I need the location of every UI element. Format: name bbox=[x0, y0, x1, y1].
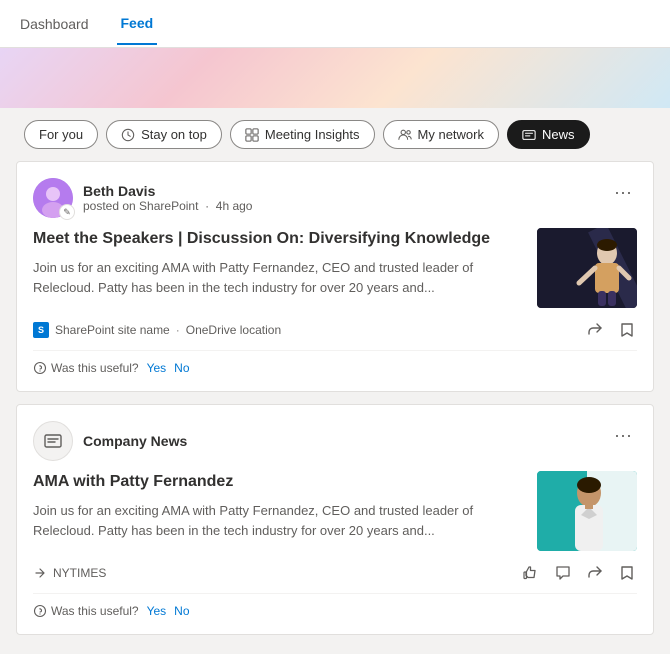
filter-meeting-insights-label: Meeting Insights bbox=[265, 127, 360, 142]
card-2-desc: Join us for an exciting AMA with Patty F… bbox=[33, 501, 525, 540]
filter-for-you-label: For you bbox=[39, 127, 83, 142]
filter-bar: For you Stay on top Meeting Insights My … bbox=[0, 108, 670, 161]
filter-news[interactable]: News bbox=[507, 120, 590, 149]
top-nav: Dashboard Feed bbox=[0, 0, 670, 48]
useful-question-2: Was this useful? bbox=[51, 604, 139, 618]
sharepoint-icon: S bbox=[33, 322, 49, 338]
clock-icon bbox=[121, 128, 135, 142]
card-2-more-button[interactable]: ··· bbox=[609, 421, 637, 449]
card-1-actions bbox=[585, 320, 637, 340]
like-icon[interactable] bbox=[521, 563, 541, 583]
card-2-body: AMA with Patty Fernandez Join us for an … bbox=[33, 471, 637, 551]
avatar-1: ✎ bbox=[33, 178, 73, 218]
card-1-footer: S SharePoint site name · OneDrive locati… bbox=[33, 320, 637, 340]
filter-stay-on-top-label: Stay on top bbox=[141, 127, 207, 142]
author-name-1: Beth Davis bbox=[83, 183, 252, 199]
filter-news-label: News bbox=[542, 127, 575, 142]
share-icon[interactable] bbox=[585, 320, 605, 340]
card-2-source: NYTIMES bbox=[33, 566, 106, 580]
source-name-2: NYTIMES bbox=[53, 566, 106, 580]
card-1-title: Meet the Speakers | Discussion On: Diver… bbox=[33, 228, 525, 250]
company-news-icon bbox=[33, 421, 73, 461]
card-1-more-button[interactable]: ··· bbox=[609, 178, 637, 206]
card-2-header: Company News ··· bbox=[33, 421, 637, 461]
author-info-1: Beth Davis posted on SharePoint · 4h ago bbox=[83, 183, 252, 213]
filter-meeting-insights[interactable]: Meeting Insights bbox=[230, 120, 375, 149]
card-2-thumbnail bbox=[537, 471, 637, 551]
card-1-thumbnail bbox=[537, 228, 637, 308]
card-2-actions bbox=[521, 563, 637, 583]
share-icon-2[interactable] bbox=[585, 563, 605, 583]
banner bbox=[0, 48, 670, 108]
filter-for-you[interactable]: For you bbox=[24, 120, 98, 149]
nav-dashboard[interactable]: Dashboard bbox=[16, 4, 93, 44]
filter-my-network[interactable]: My network bbox=[383, 120, 499, 149]
bookmark-icon-2[interactable] bbox=[617, 563, 637, 583]
nav-feed[interactable]: Feed bbox=[117, 3, 158, 45]
card-1-header: ✎ Beth Davis posted on SharePoint · 4h a… bbox=[33, 178, 637, 218]
card-1: ✎ Beth Davis posted on SharePoint · 4h a… bbox=[16, 161, 654, 392]
edit-badge-1: ✎ bbox=[59, 204, 75, 220]
card-2-footer: NYTIMES bbox=[33, 563, 637, 583]
useful-yes-1[interactable]: Yes bbox=[147, 361, 167, 375]
useful-no-1[interactable]: No bbox=[174, 361, 189, 375]
card-2-title: AMA with Patty Fernandez bbox=[33, 471, 525, 493]
card-1-source: S SharePoint site name · OneDrive locati… bbox=[33, 322, 281, 338]
filter-my-network-label: My network bbox=[418, 127, 484, 142]
card-1-body: Meet the Speakers | Discussion On: Diver… bbox=[33, 228, 637, 308]
source-location-1: OneDrive location bbox=[186, 323, 281, 337]
card-1-desc: Join us for an exciting AMA with Patty F… bbox=[33, 258, 525, 297]
bookmark-icon[interactable] bbox=[617, 320, 637, 340]
people-icon bbox=[398, 128, 412, 142]
comment-icon[interactable] bbox=[553, 563, 573, 583]
news-icon bbox=[522, 128, 536, 142]
useful-question-1: Was this useful? bbox=[51, 361, 139, 375]
useful-yes-2[interactable]: Yes bbox=[147, 604, 167, 618]
source-name-1: SharePoint site name bbox=[55, 323, 170, 337]
card-2-useful: Was this useful? Yes No bbox=[33, 593, 637, 618]
author-name-2: Company News bbox=[83, 433, 187, 449]
card-2: Company News ··· AMA with Patty Fernande… bbox=[16, 404, 654, 635]
card-1-useful: Was this useful? Yes No bbox=[33, 350, 637, 375]
author-info-2: Company News bbox=[83, 433, 187, 449]
filter-stay-on-top[interactable]: Stay on top bbox=[106, 120, 222, 149]
author-meta-1: posted on SharePoint · 4h ago bbox=[83, 199, 252, 213]
feed-content: ✎ Beth Davis posted on SharePoint · 4h a… bbox=[0, 161, 670, 635]
grid-icon bbox=[245, 128, 259, 142]
useful-no-2[interactable]: No bbox=[174, 604, 189, 618]
